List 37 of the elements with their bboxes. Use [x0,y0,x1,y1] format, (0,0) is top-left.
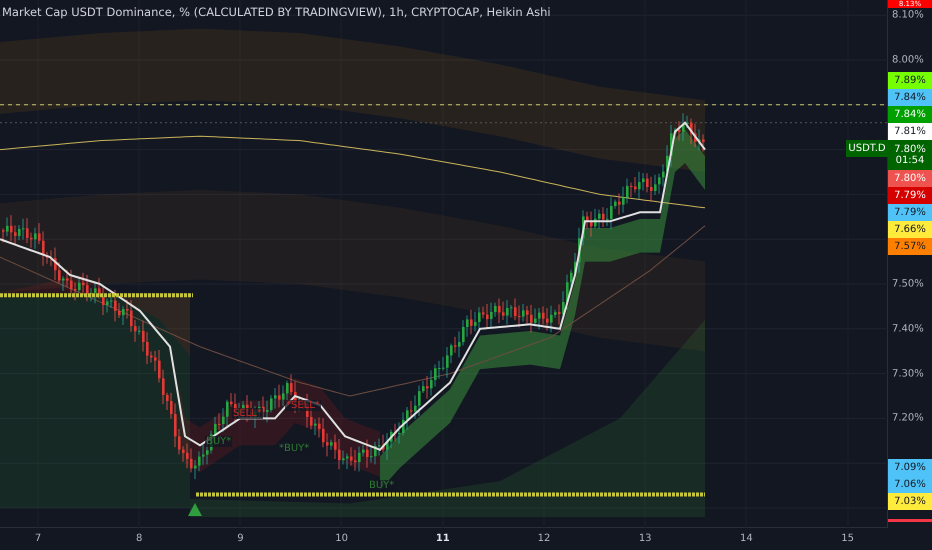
sell-signal-label: *SELL* [285,400,321,411]
price-value: 7.80% [894,144,926,155]
buy-signal-label: *BUY* [278,443,310,454]
time-axis-label: 7 [34,533,42,544]
time-axis-label: 12 [538,533,550,544]
time-axis-label: 9 [237,533,244,544]
price-tag: 7.79% [888,204,932,221]
time-axis-label: 15 [841,533,854,544]
time-axis-label: 8 [136,533,142,544]
price-tag: 7.66% [888,221,932,238]
symbol-label: USDT.D [846,140,888,157]
time-axis-label: 10 [335,533,348,544]
price-axis-label: 7.40% [892,323,924,334]
price-tag: 7.80% [888,170,932,187]
time-axis-label: 13 [638,533,652,544]
price-tag: 7.89% [888,72,932,89]
buy-signal-label: BUY* [205,436,232,447]
price-axis-label: 7.50% [892,278,924,290]
price-tag: 7.03% [888,493,932,510]
price-tag: 7.79% [888,187,932,204]
time-axis-label: 14 [740,533,753,544]
buy-signal-label: BUY* [368,480,396,491]
price-axis-label: 8.00% [892,54,924,66]
sell-signal-label: SELL* [232,408,263,419]
price-axis-label: 8.10% [892,10,924,21]
price-axis-label: 7.30% [892,368,924,380]
price-tag: 7.84% [888,106,932,123]
triangle-marker-icon [188,503,202,516]
price-axis-label: 7.20% [892,412,924,424]
price-tag: 7.81% [888,123,932,140]
price-tag: 7.84% [888,89,932,106]
chart-title: Market Cap USDT Dominance, % (CALCULATED BY TRADINGVIEW), 1h, CRYPTOCAP, Heikin Ashi [2,5,551,19]
price-tag: 7.57% [888,238,932,255]
price-tag: 7.06% [888,476,932,493]
time-axis-label: 11 [436,533,450,544]
price-tag: 7.09% [888,459,932,476]
countdown-timer: 01:54 [896,155,924,166]
